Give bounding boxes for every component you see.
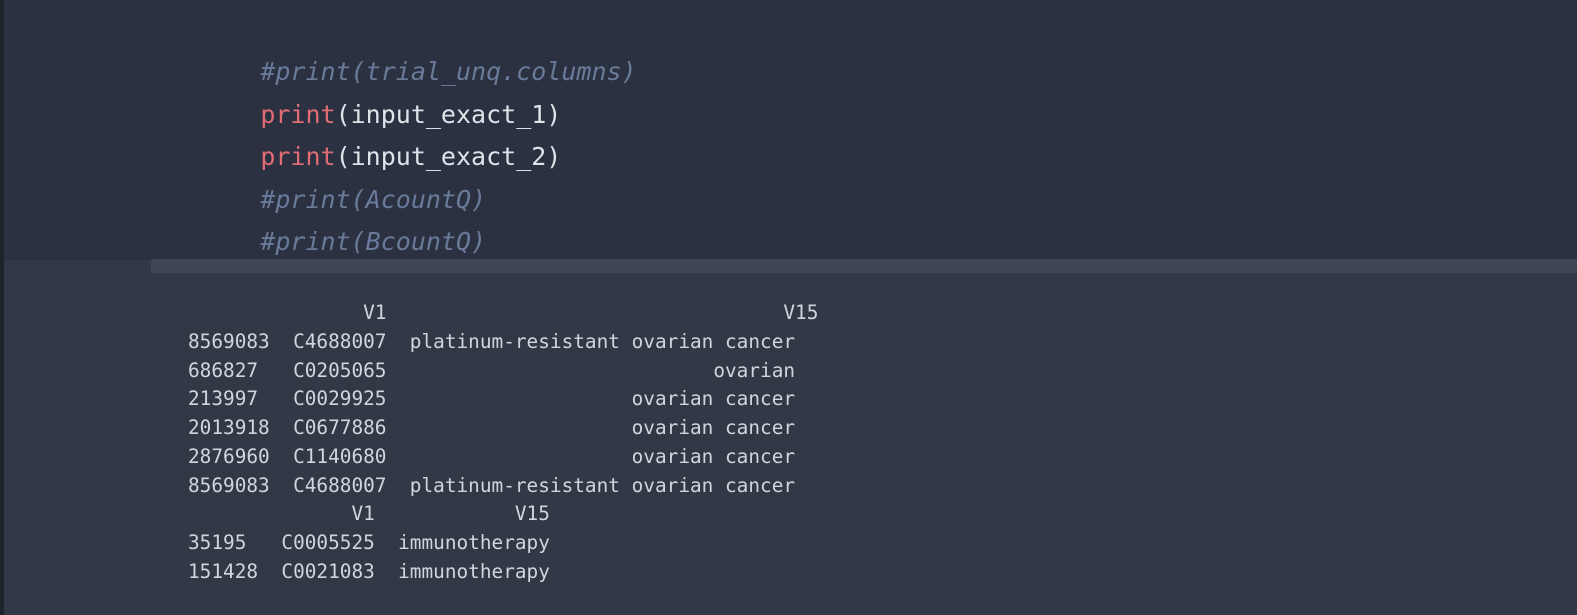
output-row: 2013918 C0677886 ovarian cancer <box>188 416 796 439</box>
cell-output-separator[interactable] <box>151 259 1577 273</box>
output-header-2: V1 V15 <box>188 502 550 525</box>
output-row: 8569083 C4688007 platinum-resistant ovar… <box>188 474 796 497</box>
output-row: 35195 C0005525 immunotherapy <box>188 531 550 554</box>
cell-output: V1 V15 8569083 C4688007 platinum-resista… <box>4 273 1577 615</box>
output-header-1: V1 V15 <box>188 301 819 324</box>
output-row: 151428 C0021083 immunotherapy <box>188 560 550 583</box>
output-row: 2876960 C1140680 ovarian cancer <box>188 445 796 468</box>
output-row: 686827 C0205065 ovarian <box>188 359 796 382</box>
output-row: 213997 C0029925 ovarian cancer <box>188 387 796 410</box>
notebook-frame: #print(trial_unq.columns) print(input_ex… <box>0 0 1577 615</box>
comment-text: #print(BcountQ) <box>260 227 487 256</box>
code-cell-editor[interactable]: #print(trial_unq.columns) print(input_ex… <box>4 0 1577 260</box>
output-row: 8569083 C4688007 platinum-resistant ovar… <box>188 330 796 353</box>
